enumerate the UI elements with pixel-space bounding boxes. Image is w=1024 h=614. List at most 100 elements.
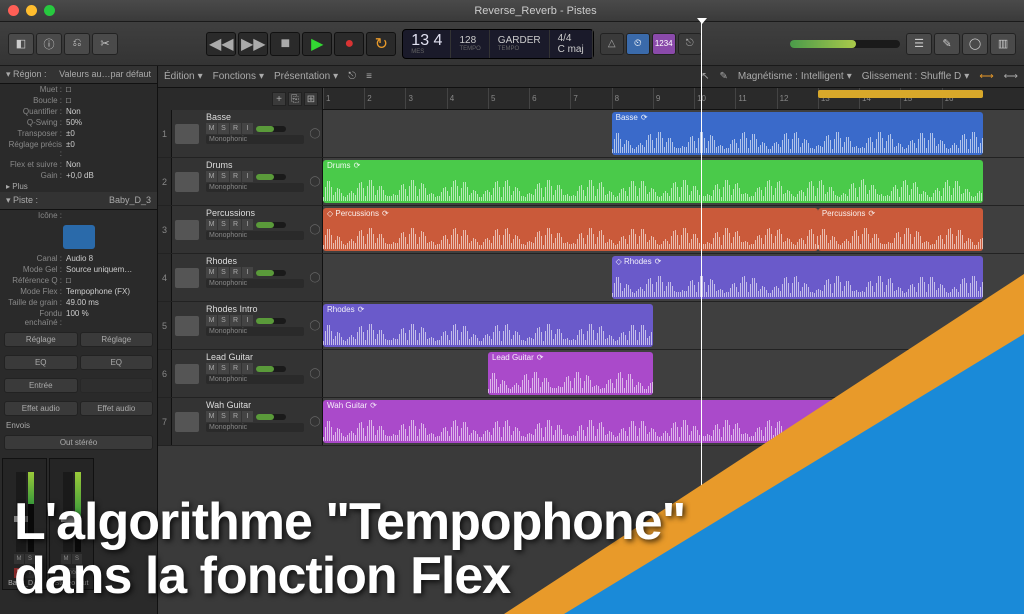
position-bars[interactable]: 13	[411, 32, 429, 49]
track-volume[interactable]	[256, 318, 286, 324]
metronome-button[interactable]: △	[600, 33, 624, 55]
headphone-icon[interactable]: ◯	[308, 302, 322, 349]
inspector-plus[interactable]: ▸ Plus	[0, 181, 157, 192]
track-input[interactable]: I	[242, 123, 253, 134]
notes-button[interactable]: ✎	[934, 33, 960, 55]
output-button[interactable]: Out stéréo	[4, 435, 153, 450]
inspector-piste-row[interactable]: Référence Q :□	[0, 275, 157, 286]
track-icon[interactable]	[172, 302, 202, 349]
pencil-tool[interactable]: ✎	[719, 71, 727, 82]
loops-button[interactable]: ◯	[962, 33, 988, 55]
track-lane[interactable]: ◇ Percussions ⟳Percussions ⟳	[323, 206, 1024, 253]
headphone-icon[interactable]: ◯	[308, 206, 322, 253]
track-rec[interactable]: R	[230, 411, 241, 422]
track-volume[interactable]	[256, 174, 286, 180]
maximize-icon[interactable]	[44, 5, 55, 16]
track-volume[interactable]	[256, 366, 286, 372]
track-flex-mode[interactable]: Monophonic	[206, 423, 304, 432]
track-input[interactable]: I	[242, 315, 253, 326]
track-mute[interactable]: M	[206, 123, 217, 134]
track-rec[interactable]: R	[230, 363, 241, 374]
eq-button-1[interactable]: EQ	[4, 355, 78, 370]
track-icon[interactable]	[172, 110, 202, 157]
eq-button-2[interactable]: EQ	[80, 355, 154, 370]
headphone-icon[interactable]: ◯	[308, 110, 322, 157]
track-volume[interactable]	[256, 270, 286, 276]
pointer-tool[interactable]: ↖	[701, 71, 709, 82]
audio-region[interactable]: ◇ Percussions ⟳	[323, 208, 818, 251]
headphone-icon[interactable]: ◯	[308, 350, 322, 397]
rewind-button[interactable]: ◀◀	[206, 32, 236, 56]
headphone-icon[interactable]: ◯	[308, 254, 322, 301]
zoom-h-button[interactable]: ⟷	[979, 71, 993, 82]
presentation-menu[interactable]: Présentation ▾	[274, 71, 338, 82]
track-icon-preview[interactable]	[63, 225, 95, 249]
inspector-region-row[interactable]: Quantifier :Non	[0, 106, 157, 117]
inspector-region-row[interactable]: Transposer :±0	[0, 128, 157, 139]
track-lane[interactable]: Drums ⟳	[323, 158, 1024, 205]
entree-button[interactable]: Entrée	[4, 378, 78, 393]
cycle-region[interactable]	[818, 90, 983, 98]
track-solo[interactable]: S	[218, 219, 229, 230]
track-header[interactable]: 4 Rhodes M S R I Monophonic ◯	[158, 254, 323, 301]
inspector-piste-row[interactable]: Mode Gel :Source uniquem…	[0, 264, 157, 275]
audio-region[interactable]: Percussions ⟳	[818, 208, 983, 251]
track-solo[interactable]: S	[218, 315, 229, 326]
track-header[interactable]: 6 Lead Guitar M S R I Monophonic ◯	[158, 350, 323, 397]
entree-button-2[interactable]	[80, 378, 154, 393]
region-inspector-header[interactable]: ▾ Région : Valeurs au…par défaut	[0, 66, 157, 84]
track-lane[interactable]: Basse ⟳	[323, 110, 1024, 157]
track-rec[interactable]: R	[230, 267, 241, 278]
sync-button[interactable]: ⎋	[678, 33, 702, 55]
track-header[interactable]: 3 Percussions M S R I Monophonic ◯	[158, 206, 323, 253]
magnetisme-dropdown[interactable]: Magnétisme : Intelligent ▾	[738, 71, 852, 82]
inspector-region-row[interactable]: Muet :□	[0, 84, 157, 95]
keep-value[interactable]: GARDER	[498, 35, 541, 46]
track-solo[interactable]: S	[218, 171, 229, 182]
track-volume[interactable]	[256, 126, 286, 132]
toolbar-button[interactable]: ⎌	[64, 33, 90, 55]
play-button[interactable]: ▶	[302, 32, 332, 56]
track-mute[interactable]: M	[206, 363, 217, 374]
fonctions-menu[interactable]: Fonctions ▾	[213, 71, 264, 82]
add-track-button[interactable]: +	[272, 92, 286, 106]
inspector-region-row[interactable]: Q-Swing :50%	[0, 117, 157, 128]
track-header[interactable]: 1 Basse M S R I Monophonic ◯	[158, 110, 323, 157]
piste-inspector-header[interactable]: ▾ Piste : Baby_D_3	[0, 192, 157, 210]
effet-button-2[interactable]: Effet audio	[80, 401, 154, 416]
smart-button[interactable]: ✂	[92, 33, 118, 55]
zoom-v-button[interactable]: ⟷	[1004, 71, 1018, 82]
track-volume[interactable]	[256, 222, 286, 228]
reglage-button-1[interactable]: Réglage	[4, 332, 78, 347]
tuner-button[interactable]: ⏲	[626, 33, 650, 55]
track-rec[interactable]: R	[230, 171, 241, 182]
reglage-button-2[interactable]: Réglage	[80, 332, 154, 347]
flex-button[interactable]: ⎋	[348, 71, 356, 82]
minimize-icon[interactable]	[26, 5, 37, 16]
inspector-region-row[interactable]: Gain :+0,0 dB	[0, 170, 157, 181]
audio-region[interactable]: Drums ⟳	[323, 160, 983, 203]
position-beats[interactable]: 4	[434, 32, 443, 49]
track-flex-mode[interactable]: Monophonic	[206, 231, 304, 240]
track-header[interactable]: 5 Rhodes Intro M S R I Monophonic ◯	[158, 302, 323, 349]
track-volume[interactable]	[256, 414, 286, 420]
record-button[interactable]: ●	[334, 32, 364, 56]
inspector-region-row[interactable]: Flex et suivre :Non	[0, 159, 157, 170]
track-icon[interactable]	[172, 350, 202, 397]
track-flex-mode[interactable]: Monophonic	[206, 183, 304, 192]
audio-region[interactable]: Basse ⟳	[612, 112, 983, 155]
track-mute[interactable]: M	[206, 315, 217, 326]
inspector-piste-row[interactable]: Canal :Audio 8	[0, 253, 157, 264]
headphone-icon[interactable]: ◯	[308, 398, 322, 445]
tempo-value[interactable]: 128	[459, 35, 480, 46]
edition-menu[interactable]: Édition ▾	[164, 71, 203, 82]
forward-button[interactable]: ▶▶	[238, 32, 268, 56]
track-rec[interactable]: R	[230, 219, 241, 230]
sig-value[interactable]: 4/4	[558, 33, 584, 44]
track-icon[interactable]	[172, 206, 202, 253]
track-input[interactable]: I	[242, 219, 253, 230]
track-solo[interactable]: S	[218, 363, 229, 374]
track-flex-mode[interactable]: Monophonic	[206, 327, 304, 336]
library-button[interactable]: ◧	[8, 33, 34, 55]
track-rec[interactable]: R	[230, 123, 241, 134]
